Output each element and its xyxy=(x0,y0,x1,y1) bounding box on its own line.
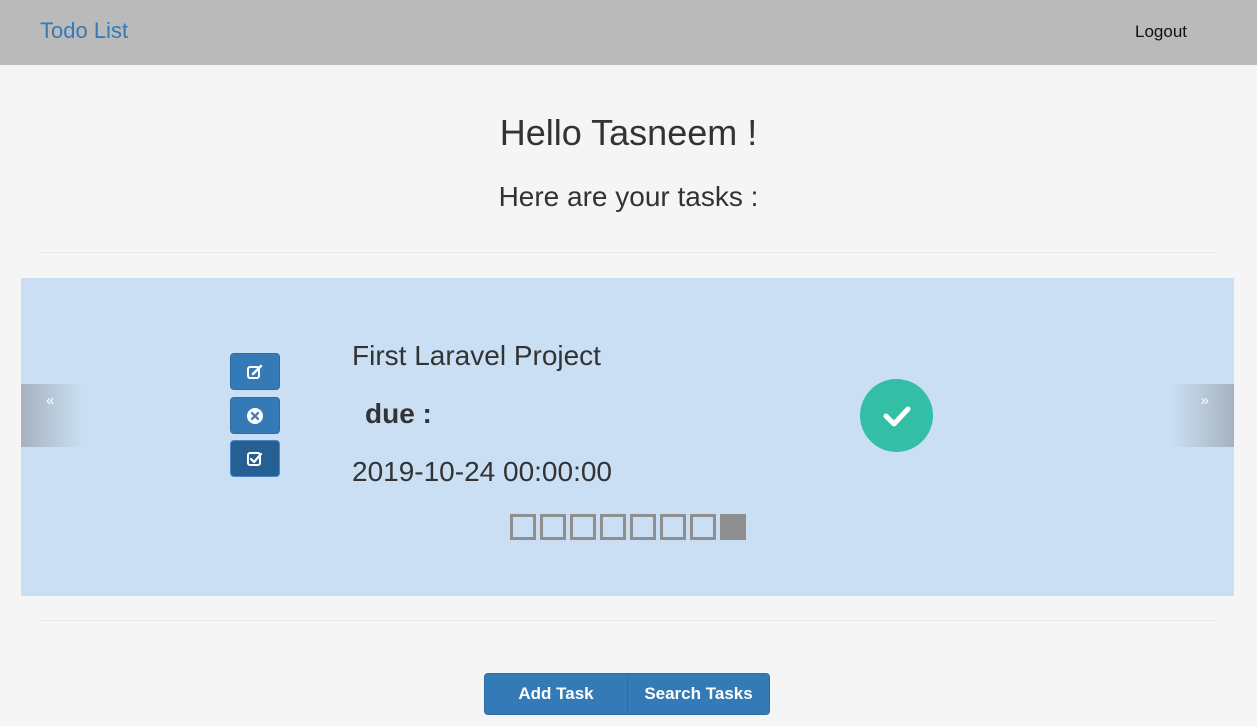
carousel-prev-button[interactable]: « xyxy=(21,384,83,447)
task-carousel: « First Laravel Project due : 2019-10-24… xyxy=(21,278,1234,596)
bottom-divider xyxy=(40,620,1216,621)
edit-icon xyxy=(247,364,263,379)
edit-task-button[interactable] xyxy=(230,353,280,390)
check-square-icon xyxy=(247,451,263,466)
carousel-indicator-active[interactable] xyxy=(720,514,746,540)
task-title: First Laravel Project xyxy=(352,340,601,371)
logout-link[interactable]: Logout xyxy=(1135,22,1187,42)
search-tasks-button[interactable]: Search Tasks xyxy=(627,673,770,715)
task-button-group: Add Task Search Tasks xyxy=(484,673,770,715)
carousel-indicator[interactable] xyxy=(660,514,686,540)
carousel-indicator[interactable] xyxy=(510,514,536,540)
carousel-indicator[interactable] xyxy=(600,514,626,540)
carousel-indicator[interactable] xyxy=(540,514,566,540)
greeting-heading: Hello Tasneem ! xyxy=(499,112,758,153)
navbar: Todo List Logout xyxy=(0,0,1257,65)
times-circle-icon xyxy=(247,407,263,424)
delete-task-button[interactable] xyxy=(230,397,280,434)
due-date: 2019-10-24 00:00:00 xyxy=(352,456,612,487)
brand-link[interactable]: Todo List xyxy=(40,18,128,44)
tasks-subtitle: Here are your tasks : xyxy=(498,181,759,212)
carousel-indicator[interactable] xyxy=(690,514,716,540)
carousel-indicator[interactable] xyxy=(630,514,656,540)
add-task-button[interactable]: Add Task xyxy=(484,673,628,715)
mark-done-button[interactable] xyxy=(230,440,280,477)
carousel-next-button[interactable]: » xyxy=(1172,384,1234,447)
due-label: due : xyxy=(365,398,432,429)
chevron-right-icon: » xyxy=(1200,392,1209,409)
carousel-indicators xyxy=(510,514,750,540)
completed-check-icon xyxy=(860,379,933,452)
top-divider xyxy=(40,252,1216,253)
carousel-indicator[interactable] xyxy=(570,514,596,540)
chevron-left-icon: « xyxy=(46,392,55,409)
